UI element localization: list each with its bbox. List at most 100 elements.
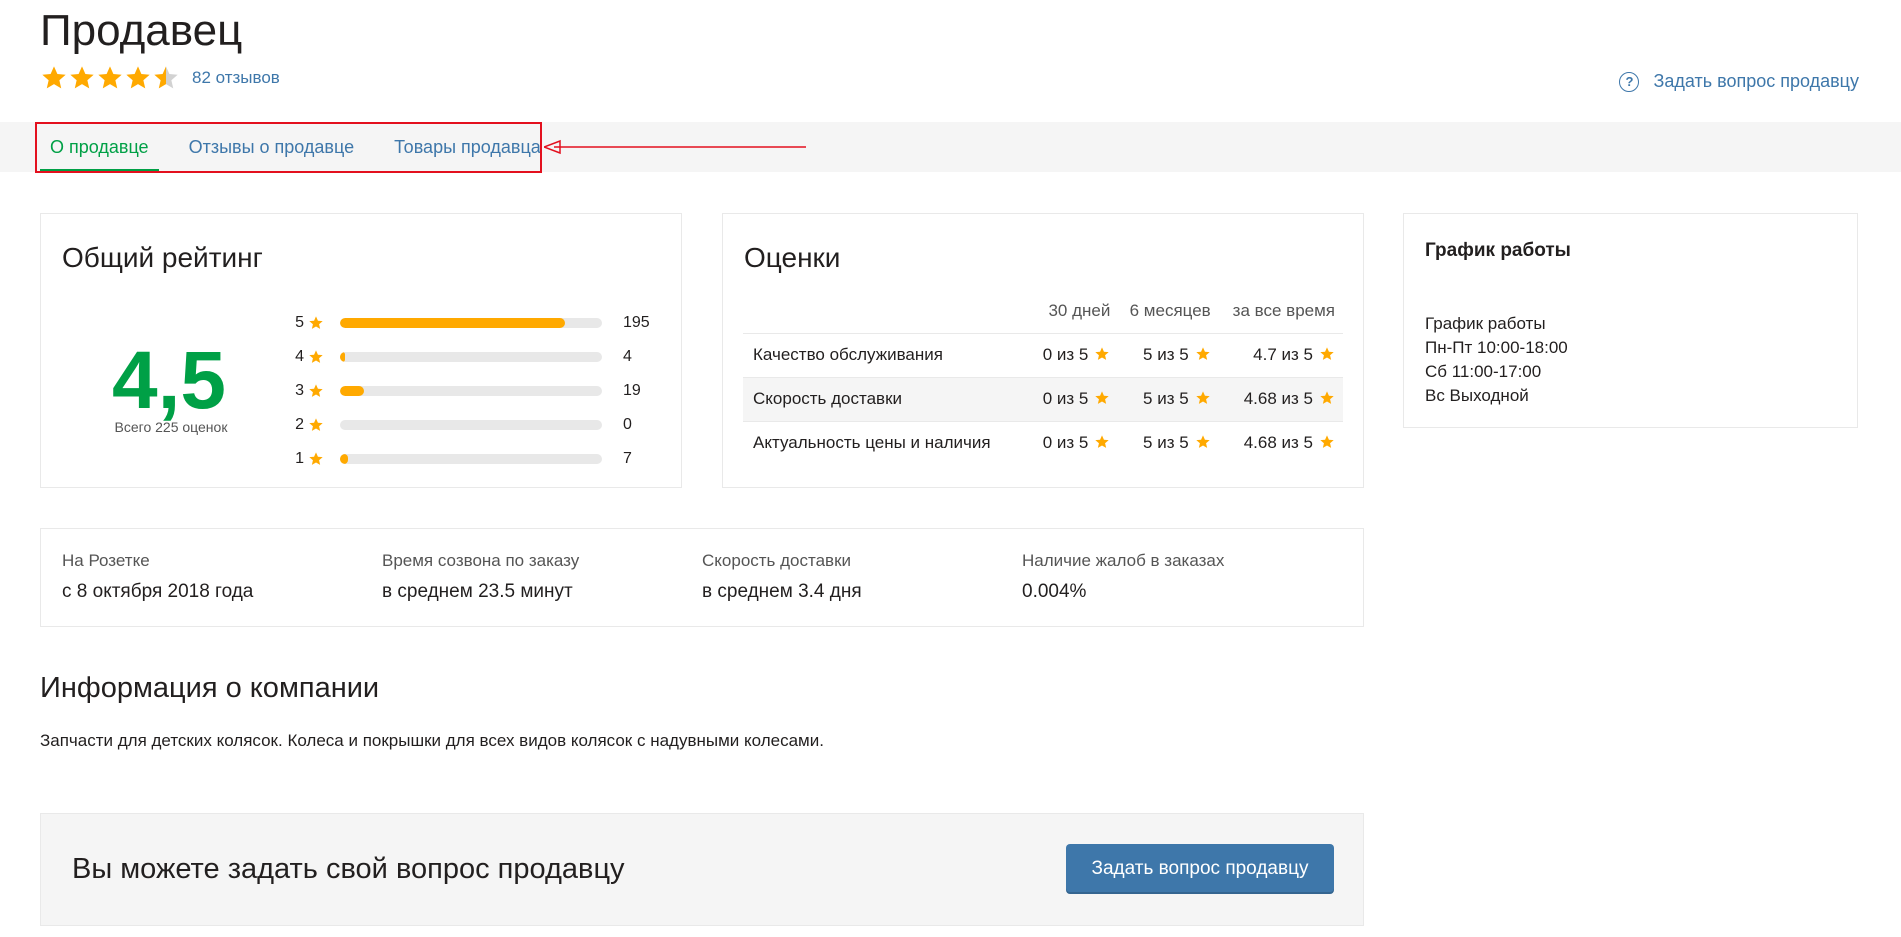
distribution-count: 195 xyxy=(623,314,650,331)
distribution-stars: 3 xyxy=(295,382,304,399)
distribution-bar xyxy=(340,454,602,464)
distribution-bar xyxy=(340,318,602,328)
distribution-row: 3 19 xyxy=(290,374,650,408)
ask-question-panel: Вы можете задать свой вопрос продавцу За… xyxy=(40,813,1364,926)
grade-value-all-time: 4.68 из 5 xyxy=(1218,376,1343,421)
grades-header-row: 30 дней 6 месяцев за все время xyxy=(743,289,1343,333)
star-icon xyxy=(1095,391,1110,404)
stat-complaints: Наличие жалоб в заказах 0.004% xyxy=(1022,551,1224,603)
distribution-bar-fill xyxy=(340,454,348,464)
stat-label: Скорость доставки xyxy=(702,551,852,570)
ask-seller-button[interactable]: Задать вопрос продавцу xyxy=(1066,844,1334,894)
seller-stats-card: На Розетке с 8 октября 2018 года Время с… xyxy=(40,528,1364,627)
ask-question-text: Вы можете задать свой вопрос продавцу xyxy=(72,853,625,885)
tab-about-seller[interactable]: О продавце xyxy=(40,122,159,172)
seller-rating: 82 отзывов xyxy=(40,64,280,92)
schedule-line: Вс Выходной xyxy=(1425,386,1529,405)
star-icon xyxy=(309,316,323,329)
star-icon xyxy=(1320,391,1334,404)
distribution-count: 19 xyxy=(623,382,641,399)
distribution-bar-fill xyxy=(340,318,566,328)
distribution-stars: 4 xyxy=(295,348,304,365)
overall-rating-card: Общий рейтинг 4,5 Всего 225 оценок 5 195… xyxy=(40,213,682,488)
grades-title: Оценки xyxy=(744,242,841,273)
grades-row: Актуальность цены и наличия 0 из 5 5 из … xyxy=(743,420,1343,465)
star-icon xyxy=(68,64,96,92)
question-circle-icon: ? xyxy=(1619,71,1640,92)
distribution-row: 4 4 xyxy=(290,340,650,374)
distribution-stars: 5 xyxy=(295,314,304,331)
grade-value-30-days: 0 из 5 xyxy=(1021,420,1119,465)
half-star-icon xyxy=(152,64,180,92)
reviews-count-link[interactable]: 82 отзывов xyxy=(192,68,280,88)
distribution-bar xyxy=(340,386,602,396)
grade-value-30-days: 0 из 5 xyxy=(1021,332,1119,377)
rating-distribution: 5 195 4 4 3 19 2 0 1 7 xyxy=(290,306,650,476)
distribution-stars: 2 xyxy=(295,416,304,433)
grade-value-6-months: 5 из 5 xyxy=(1118,420,1219,465)
distribution-stars: 1 xyxy=(295,450,304,467)
company-info-title: Информация о компании xyxy=(40,672,380,704)
schedule-title: График работы xyxy=(1425,240,1571,261)
stat-value: 0.004% xyxy=(1022,581,1087,602)
star-icon xyxy=(309,418,323,431)
ask-seller-link-label: Задать вопрос продавцу xyxy=(1653,71,1859,91)
tab-seller-products[interactable]: Товары продавца xyxy=(384,122,551,172)
grades-row: Качество обслуживания 0 из 5 5 из 5 4.7 … xyxy=(743,332,1343,377)
schedule-lines: График работы Пн-Пт 10:00-18:00 Сб 11:00… xyxy=(1425,312,1568,408)
distribution-bar-fill xyxy=(340,386,364,396)
stat-delivery-speed: Скорость доставки в среднем 3.4 дня xyxy=(702,551,862,603)
tab-seller-reviews[interactable]: Отзывы о продавце xyxy=(179,122,365,172)
grade-name: Качество обслуживания xyxy=(743,332,1022,377)
grade-value-6-months: 5 из 5 xyxy=(1118,376,1219,421)
ask-seller-link[interactable]: ? Задать вопрос продавцу xyxy=(1619,71,1859,92)
grades-header-blank xyxy=(743,289,1022,333)
star-icon xyxy=(124,64,152,92)
grade-value-all-time: 4.7 из 5 xyxy=(1218,332,1343,377)
distribution-count: 0 xyxy=(623,416,632,433)
stat-value: в среднем 23.5 минут xyxy=(382,581,573,602)
schedule-line: Пн-Пт 10:00-18:00 xyxy=(1425,338,1568,357)
overall-score: 4,5 xyxy=(112,335,226,426)
page-title: Продавец xyxy=(40,6,243,55)
stat-label: На Розетке xyxy=(62,551,150,570)
star-icon xyxy=(1095,435,1110,449)
distribution-bar-fill xyxy=(340,352,346,362)
grade-name: Скорость доставки xyxy=(743,376,1022,421)
star-icon xyxy=(309,350,323,363)
distribution-row: 1 7 xyxy=(290,442,650,476)
star-icon xyxy=(1196,391,1210,404)
star-icon xyxy=(1320,347,1334,360)
total-ratings-caption: Всего 225 оценок xyxy=(114,419,228,435)
stat-label: Время созвона по заказу xyxy=(382,551,580,570)
grades-row: Скорость доставки 0 из 5 5 из 5 4.68 из … xyxy=(743,376,1343,421)
column-header-6-months: 6 месяцев xyxy=(1129,300,1211,320)
grade-value-all-time: 4.68 из 5 xyxy=(1218,420,1343,465)
schedule-line: График работы xyxy=(1425,314,1546,333)
star-icon xyxy=(1196,435,1210,449)
seller-tabs: О продавце Отзывы о продавце Товары прод… xyxy=(40,122,571,172)
star-icon xyxy=(40,64,68,92)
star-icon xyxy=(1196,347,1210,360)
column-header-all-time: за все время xyxy=(1232,300,1335,320)
star-icon xyxy=(96,64,124,92)
column-header-30-days: 30 дней xyxy=(1048,300,1111,320)
distribution-count: 7 xyxy=(623,450,632,467)
grade-name: Актуальность цены и наличия xyxy=(743,420,1022,465)
grade-value-6-months: 5 из 5 xyxy=(1118,332,1219,377)
stat-value: в среднем 3.4 дня xyxy=(702,581,862,602)
schedule-line: Сб 11:00-17:00 xyxy=(1425,362,1542,381)
work-schedule-card: График работы График работы Пн-Пт 10:00-… xyxy=(1403,213,1858,428)
stat-callback-time: Время созвона по заказу в среднем 23.5 м… xyxy=(382,551,579,603)
distribution-count: 4 xyxy=(623,348,632,365)
star-icon xyxy=(309,452,323,465)
grade-value-30-days: 0 из 5 xyxy=(1021,376,1119,421)
star-icon xyxy=(1320,435,1334,449)
annotation-arrow xyxy=(544,139,806,155)
grades-card: Оценки 30 дней 6 месяцев за все время Ка… xyxy=(722,213,1364,488)
stat-on-rozetka: На Розетке с 8 октября 2018 года xyxy=(62,551,253,603)
overall-rating-title: Общий рейтинг xyxy=(62,242,263,273)
stat-value: с 8 октября 2018 года xyxy=(62,581,254,602)
company-info-text: Запчасти для детских колясок. Колеса и п… xyxy=(40,731,824,750)
distribution-row: 2 0 xyxy=(290,408,650,442)
